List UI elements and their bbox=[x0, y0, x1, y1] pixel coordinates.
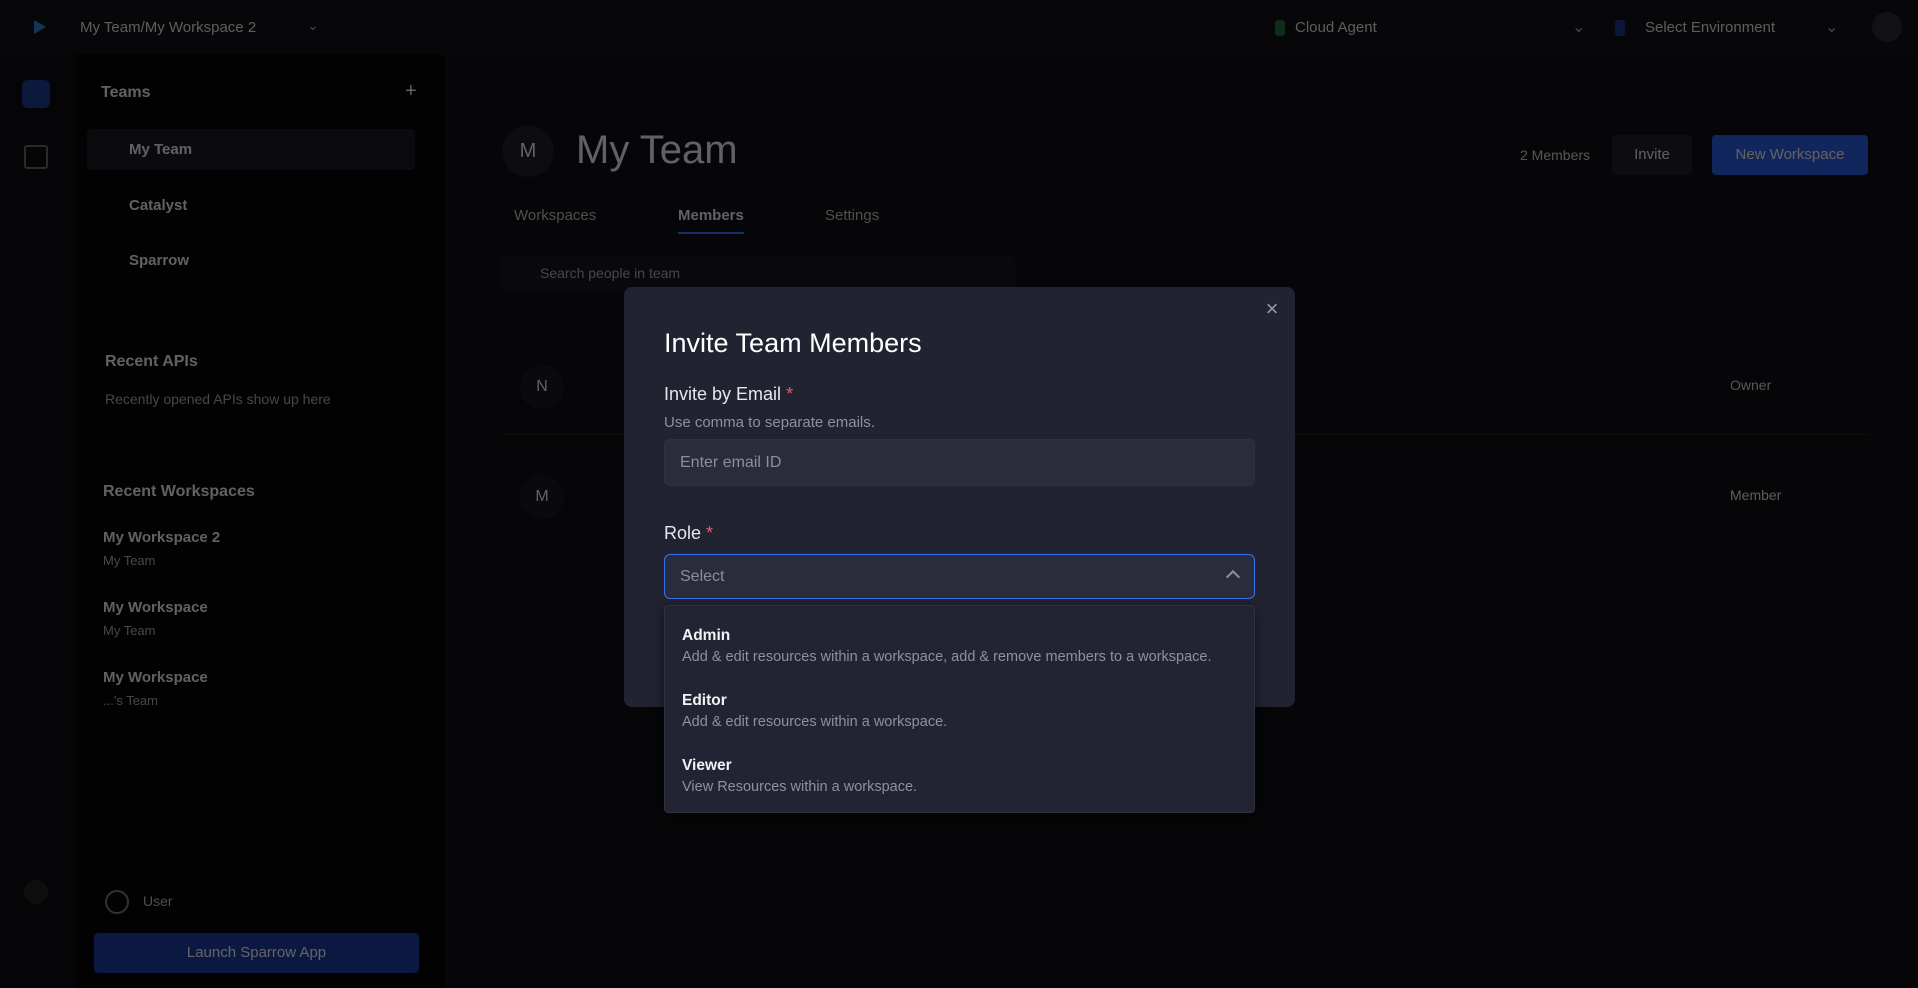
member-initials: N bbox=[536, 378, 548, 395]
tab-settings[interactable]: Settings bbox=[825, 207, 879, 224]
new-workspace-label: New Workspace bbox=[1735, 146, 1845, 163]
sidebar: Teams + My Team Catalyst Sparrow Recent … bbox=[75, 55, 445, 988]
chevron-up-icon bbox=[1225, 569, 1241, 585]
recent-workspace-item[interactable]: My Workspace 2 My Team bbox=[103, 529, 403, 579]
option-description: Add & edit resources within a workspace. bbox=[682, 714, 948, 730]
collections-icon[interactable] bbox=[24, 145, 48, 169]
launch-app-button[interactable]: Launch Sparrow App bbox=[94, 933, 419, 973]
option-title: Viewer bbox=[682, 757, 732, 774]
member-initials: M bbox=[535, 488, 549, 505]
team-label: Catalyst bbox=[129, 197, 188, 214]
recent-workspace-item[interactable]: My Workspace ...'s Team bbox=[103, 669, 403, 719]
member-role-select[interactable]: Member bbox=[1730, 487, 1781, 503]
role-dropdown: Admin Add & edit resources within a work… bbox=[664, 605, 1255, 813]
close-icon[interactable]: × bbox=[1261, 298, 1283, 320]
member-avatar: M bbox=[520, 475, 564, 519]
settings-icon[interactable] bbox=[24, 880, 48, 904]
recent-workspaces-heading: Recent Workspaces bbox=[103, 483, 255, 500]
add-team-icon[interactable]: + bbox=[405, 80, 417, 103]
invite-button[interactable]: Invite bbox=[1612, 135, 1692, 175]
required-mark: * bbox=[786, 384, 794, 404]
role-option-viewer[interactable]: Viewer View Resources within a workspace… bbox=[665, 757, 1254, 821]
email-hint: Use comma to separate emails. bbox=[664, 414, 875, 431]
team-label: Sparrow bbox=[129, 252, 190, 269]
workspace-name: My Workspace bbox=[103, 599, 208, 616]
invite-label: Invite bbox=[1634, 146, 1670, 163]
chevron-down-icon[interactable]: ⌄ bbox=[1825, 17, 1838, 37]
member-role: Owner bbox=[1730, 377, 1772, 393]
email-placeholder: Enter email ID bbox=[680, 453, 782, 471]
team-avatar-initials: M bbox=[519, 140, 537, 162]
role-label: Role * bbox=[664, 523, 713, 544]
members-count: 2 Members bbox=[1520, 147, 1591, 163]
modal-title: Invite Team Members bbox=[664, 328, 922, 358]
member-avatar: N bbox=[520, 365, 564, 409]
required-mark: * bbox=[706, 523, 714, 543]
member-search-input[interactable]: Search people in team bbox=[500, 255, 1015, 291]
email-label: Invite by Email * bbox=[664, 384, 793, 405]
recent-apis-empty: Recently opened APIs show up here bbox=[105, 391, 331, 407]
workspace-name: My Workspace 2 bbox=[103, 529, 221, 546]
home-icon[interactable] bbox=[22, 80, 50, 108]
role-option-admin[interactable]: Admin Add & edit resources within a work… bbox=[665, 627, 1254, 691]
tab-workspaces[interactable]: Workspaces bbox=[514, 207, 596, 224]
app-logo-icon bbox=[34, 20, 46, 34]
option-title: Editor bbox=[682, 692, 727, 709]
chevron-down-icon[interactable]: ⌄ bbox=[307, 17, 319, 34]
search-placeholder: Search people in team bbox=[540, 265, 681, 281]
workspace-team: My Team bbox=[103, 553, 156, 568]
launch-label: Launch Sparrow App bbox=[186, 944, 327, 961]
team-item-my-team[interactable]: My Team bbox=[87, 129, 415, 170]
role-label-text: Role bbox=[664, 523, 702, 543]
team-item-sparrow[interactable]: Sparrow bbox=[87, 240, 415, 281]
agent-selector[interactable]: Cloud Agent bbox=[1295, 19, 1377, 36]
environment-selector[interactable]: Select Environment bbox=[1645, 19, 1775, 36]
teams-heading: Teams bbox=[101, 84, 151, 101]
tab-members[interactable]: Members bbox=[678, 207, 744, 234]
option-title: Admin bbox=[682, 627, 731, 644]
workspace-name: My Workspace bbox=[103, 669, 208, 686]
role-select[interactable]: Select bbox=[664, 554, 1255, 599]
recent-workspace-item[interactable]: My Workspace My Team bbox=[103, 599, 403, 649]
option-description: View Resources within a workspace. bbox=[682, 779, 918, 795]
agent-status-icon bbox=[1275, 20, 1285, 36]
page-title: My Team bbox=[576, 128, 738, 172]
role-placeholder: Select bbox=[680, 567, 725, 585]
new-workspace-button[interactable]: New Workspace bbox=[1712, 135, 1868, 175]
workspace-team: My Team bbox=[103, 623, 156, 638]
icon-rail bbox=[0, 55, 75, 988]
email-label-text: Invite by Email bbox=[664, 384, 782, 404]
team-item-catalyst[interactable]: Catalyst bbox=[87, 185, 415, 226]
email-input[interactable]: Enter email ID bbox=[664, 439, 1255, 486]
team-label: My Team bbox=[129, 141, 193, 158]
top-bar: My Team/My Workspace 2 ⌄ Cloud Agent ⌄ S… bbox=[0, 0, 1918, 55]
environment-icon bbox=[1615, 20, 1625, 36]
role-option-editor[interactable]: Editor Add & edit resources within a wor… bbox=[665, 692, 1254, 756]
recent-apis-heading: Recent APIs bbox=[105, 353, 198, 370]
workspace-team: ...'s Team bbox=[103, 693, 158, 708]
github-icon[interactable] bbox=[105, 890, 129, 914]
option-description: Add & edit resources within a workspace,… bbox=[682, 649, 1212, 665]
chevron-down-icon[interactable]: ⌄ bbox=[1572, 17, 1585, 37]
breadcrumb[interactable]: My Team/My Workspace 2 bbox=[80, 19, 256, 36]
team-avatar: M bbox=[502, 125, 554, 177]
user-name: User bbox=[143, 893, 173, 909]
user-avatar[interactable] bbox=[1872, 12, 1902, 42]
